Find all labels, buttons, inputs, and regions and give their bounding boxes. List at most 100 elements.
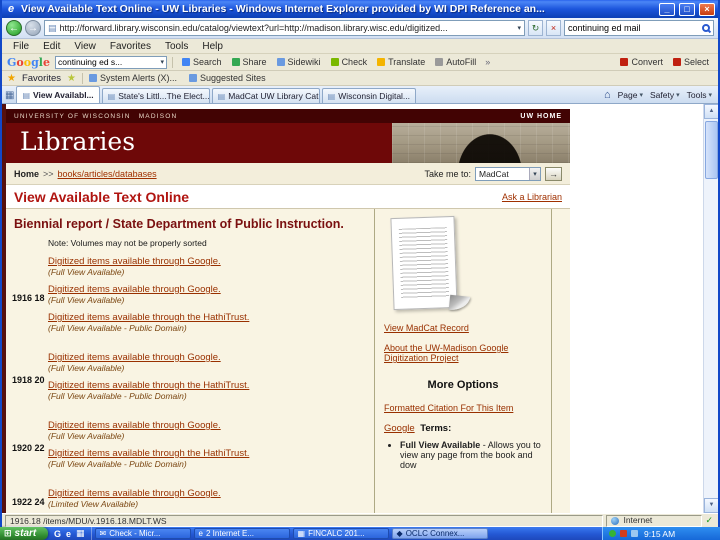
antivirus-tray-icon[interactable] bbox=[609, 530, 616, 537]
tools-menu-button[interactable]: Tools ▾ bbox=[687, 90, 712, 100]
select-arrow-icon[interactable]: ▾ bbox=[529, 167, 540, 180]
scroll-up-button[interactable]: ▲ bbox=[704, 104, 718, 119]
google-search-input[interactable] bbox=[57, 57, 159, 67]
taskbar-window-button[interactable]: ▦ FINCALC 201... bbox=[292, 528, 389, 539]
volume-year: 1916 18 bbox=[12, 293, 45, 303]
google-toolbar-button[interactable]: Check bbox=[327, 55, 372, 70]
taskbar-window-button[interactable]: ✉ Check - Micr... bbox=[94, 528, 191, 539]
quick-launch-icon[interactable]: e bbox=[66, 529, 71, 539]
menu-item[interactable]: File bbox=[6, 41, 36, 52]
digitized-item-entry: Digitized items available through Google… bbox=[48, 420, 372, 441]
quick-tabs-icon[interactable]: ▦ bbox=[5, 90, 14, 101]
toolbar-overflow-icon[interactable]: » bbox=[485, 57, 490, 67]
zone-label: Internet bbox=[623, 515, 653, 525]
favorites-bar-item[interactable]: System Alerts (X)... bbox=[89, 73, 177, 83]
forward-button[interactable]: → bbox=[25, 20, 41, 36]
take-me-to-select[interactable]: MadCat ▾ bbox=[475, 166, 541, 181]
availability-note: (Full View Available) bbox=[48, 295, 125, 305]
taskbar-window-button[interactable]: e 2 Internet E... bbox=[193, 528, 290, 539]
availability-note: (Full View Available) bbox=[48, 363, 125, 373]
google-terms-heading: Google Terms: bbox=[384, 423, 542, 434]
tabs: ▤ View Availabl... ▤ State's Littl...The… bbox=[16, 86, 417, 103]
scrollbar-thumb[interactable] bbox=[705, 121, 718, 179]
safety-menu-button[interactable]: Safety ▾ bbox=[650, 90, 680, 100]
formatted-citation-link[interactable]: Formatted Citation For This Item bbox=[384, 403, 534, 413]
address-input[interactable] bbox=[59, 23, 515, 33]
document-thumbnail[interactable] bbox=[390, 215, 471, 312]
page-curl-icon bbox=[448, 294, 471, 312]
google-search-box[interactable]: ▾ bbox=[54, 55, 167, 69]
stop-button[interactable]: × bbox=[546, 20, 561, 36]
menu-item[interactable]: Help bbox=[195, 41, 230, 52]
favorites-bar-item[interactable]: Suggested Sites bbox=[189, 73, 266, 83]
search-icon[interactable] bbox=[702, 24, 710, 32]
browser-tab[interactable]: ▤ State's Littl...The Elect... bbox=[101, 88, 210, 103]
maximize-button[interactable]: □ bbox=[679, 2, 695, 16]
start-button[interactable]: ⊞ start bbox=[0, 527, 48, 540]
menu-item[interactable]: Favorites bbox=[103, 41, 158, 52]
minimize-button[interactable]: _ bbox=[659, 2, 675, 16]
taskbar-window-button[interactable]: ◆ OCLC Connex... bbox=[391, 528, 488, 539]
digitized-item-link[interactable]: Digitized items available through Google… bbox=[48, 488, 221, 499]
favorites-items: System Alerts (X)... Suggested Sites bbox=[89, 73, 266, 83]
volume-group: 1922 24 Digitized items available throug… bbox=[12, 488, 372, 513]
google-toolbar-button[interactable]: Sidewiki bbox=[273, 55, 325, 70]
google-toolbar-button[interactable]: Share bbox=[228, 55, 271, 70]
digitized-item-link[interactable]: Digitized items available through the Ha… bbox=[48, 312, 249, 323]
windows-taskbar: ⊞ start Ge ▦ ✉ Check - Micr... e 2 Intern… bbox=[0, 527, 720, 540]
search-input[interactable] bbox=[568, 23, 699, 33]
address-bar[interactable]: ▤ ▾ bbox=[44, 20, 525, 36]
page-menu-button[interactable]: Page ▾ bbox=[618, 90, 643, 100]
search-box[interactable] bbox=[564, 20, 714, 36]
alert-tray-icon[interactable] bbox=[620, 530, 627, 537]
digitized-item-link[interactable]: Digitized items available through Google… bbox=[48, 256, 221, 267]
toolbar-right-button[interactable]: Convert bbox=[616, 55, 667, 70]
browser-tab[interactable]: ▤ View Availabl... bbox=[16, 86, 100, 103]
quick-launch-icon[interactable]: ▦ bbox=[76, 528, 85, 539]
go-button[interactable]: → bbox=[545, 166, 562, 181]
toolbar-right-button[interactable]: Select bbox=[669, 55, 713, 70]
digitized-item-link[interactable]: Digitized items available through Google… bbox=[48, 352, 221, 363]
menu-item[interactable]: Tools bbox=[158, 41, 195, 52]
quick-launch-icon[interactable]: G bbox=[54, 529, 61, 539]
web-page: UNIVERSITY OF WISCONSIN MADISON UW HOME … bbox=[6, 109, 570, 513]
banner-main: Libraries bbox=[6, 123, 570, 163]
vertical-scrollbar[interactable]: ▲ ▼ bbox=[703, 104, 718, 513]
navigation-bar: ← → ▤ ▾ ↻ × bbox=[2, 18, 718, 39]
home-button[interactable]: ⌂ bbox=[604, 89, 611, 101]
digitized-item-link[interactable]: Digitized items available through Google… bbox=[48, 284, 221, 295]
menu-item[interactable]: Edit bbox=[36, 41, 67, 52]
add-favorite-icon[interactable]: ★ bbox=[67, 73, 76, 84]
breadcrumb-path-link[interactable]: books/articles/databases bbox=[58, 169, 157, 179]
ask-a-librarian-link[interactable]: Ask a Librarian bbox=[502, 192, 562, 202]
browser-tab[interactable]: ▤ Wisconsin Digital... bbox=[321, 88, 417, 103]
breadcrumb-home-link[interactable]: Home bbox=[14, 169, 39, 179]
network-tray-icon[interactable] bbox=[631, 530, 638, 537]
google-search-dropdown-icon[interactable]: ▾ bbox=[160, 58, 164, 66]
favorites-star-icon[interactable]: ★ bbox=[7, 73, 16, 84]
take-me-to: Take me to: MadCat ▾ → bbox=[424, 166, 562, 181]
about-digitization-link[interactable]: About the UW-Madison Google Digitization… bbox=[384, 343, 534, 363]
digitized-item-link[interactable]: Digitized items available through the Ha… bbox=[48, 380, 249, 391]
back-button[interactable]: ← bbox=[6, 20, 22, 36]
view-madcat-record-link[interactable]: View MadCat Record bbox=[384, 323, 534, 333]
digitized-item-entry: Digitized items available through Google… bbox=[48, 284, 372, 305]
google-toolbar-button[interactable]: Search bbox=[178, 55, 226, 70]
menu-item[interactable]: View bbox=[67, 41, 103, 52]
refresh-button[interactable]: ↻ bbox=[528, 20, 543, 36]
google-terms-link[interactable]: Google bbox=[384, 423, 415, 434]
google-toolbar-button[interactable]: Translate bbox=[373, 55, 429, 70]
google-toolbar-button[interactable]: AutoFill bbox=[431, 55, 480, 70]
favorites-button[interactable]: Favorites bbox=[22, 73, 61, 84]
separator bbox=[82, 72, 84, 84]
browser-tab[interactable]: ▤ MadCat UW Library Cat... bbox=[211, 88, 320, 103]
digitized-item-entry: Digitized items available through the Ha… bbox=[48, 312, 372, 333]
digitized-item-link[interactable]: Digitized items available through the Ha… bbox=[48, 448, 249, 459]
volume-year: 1920 22 bbox=[12, 443, 45, 453]
uw-home-link[interactable]: UW HOME bbox=[520, 113, 562, 120]
close-button[interactable]: × bbox=[699, 2, 715, 16]
scroll-down-button[interactable]: ▼ bbox=[704, 498, 718, 513]
address-dropdown-icon[interactable]: ▾ bbox=[517, 24, 521, 32]
chevron-down-icon: ▾ bbox=[639, 92, 644, 99]
digitized-item-link[interactable]: Digitized items available through Google… bbox=[48, 420, 221, 431]
